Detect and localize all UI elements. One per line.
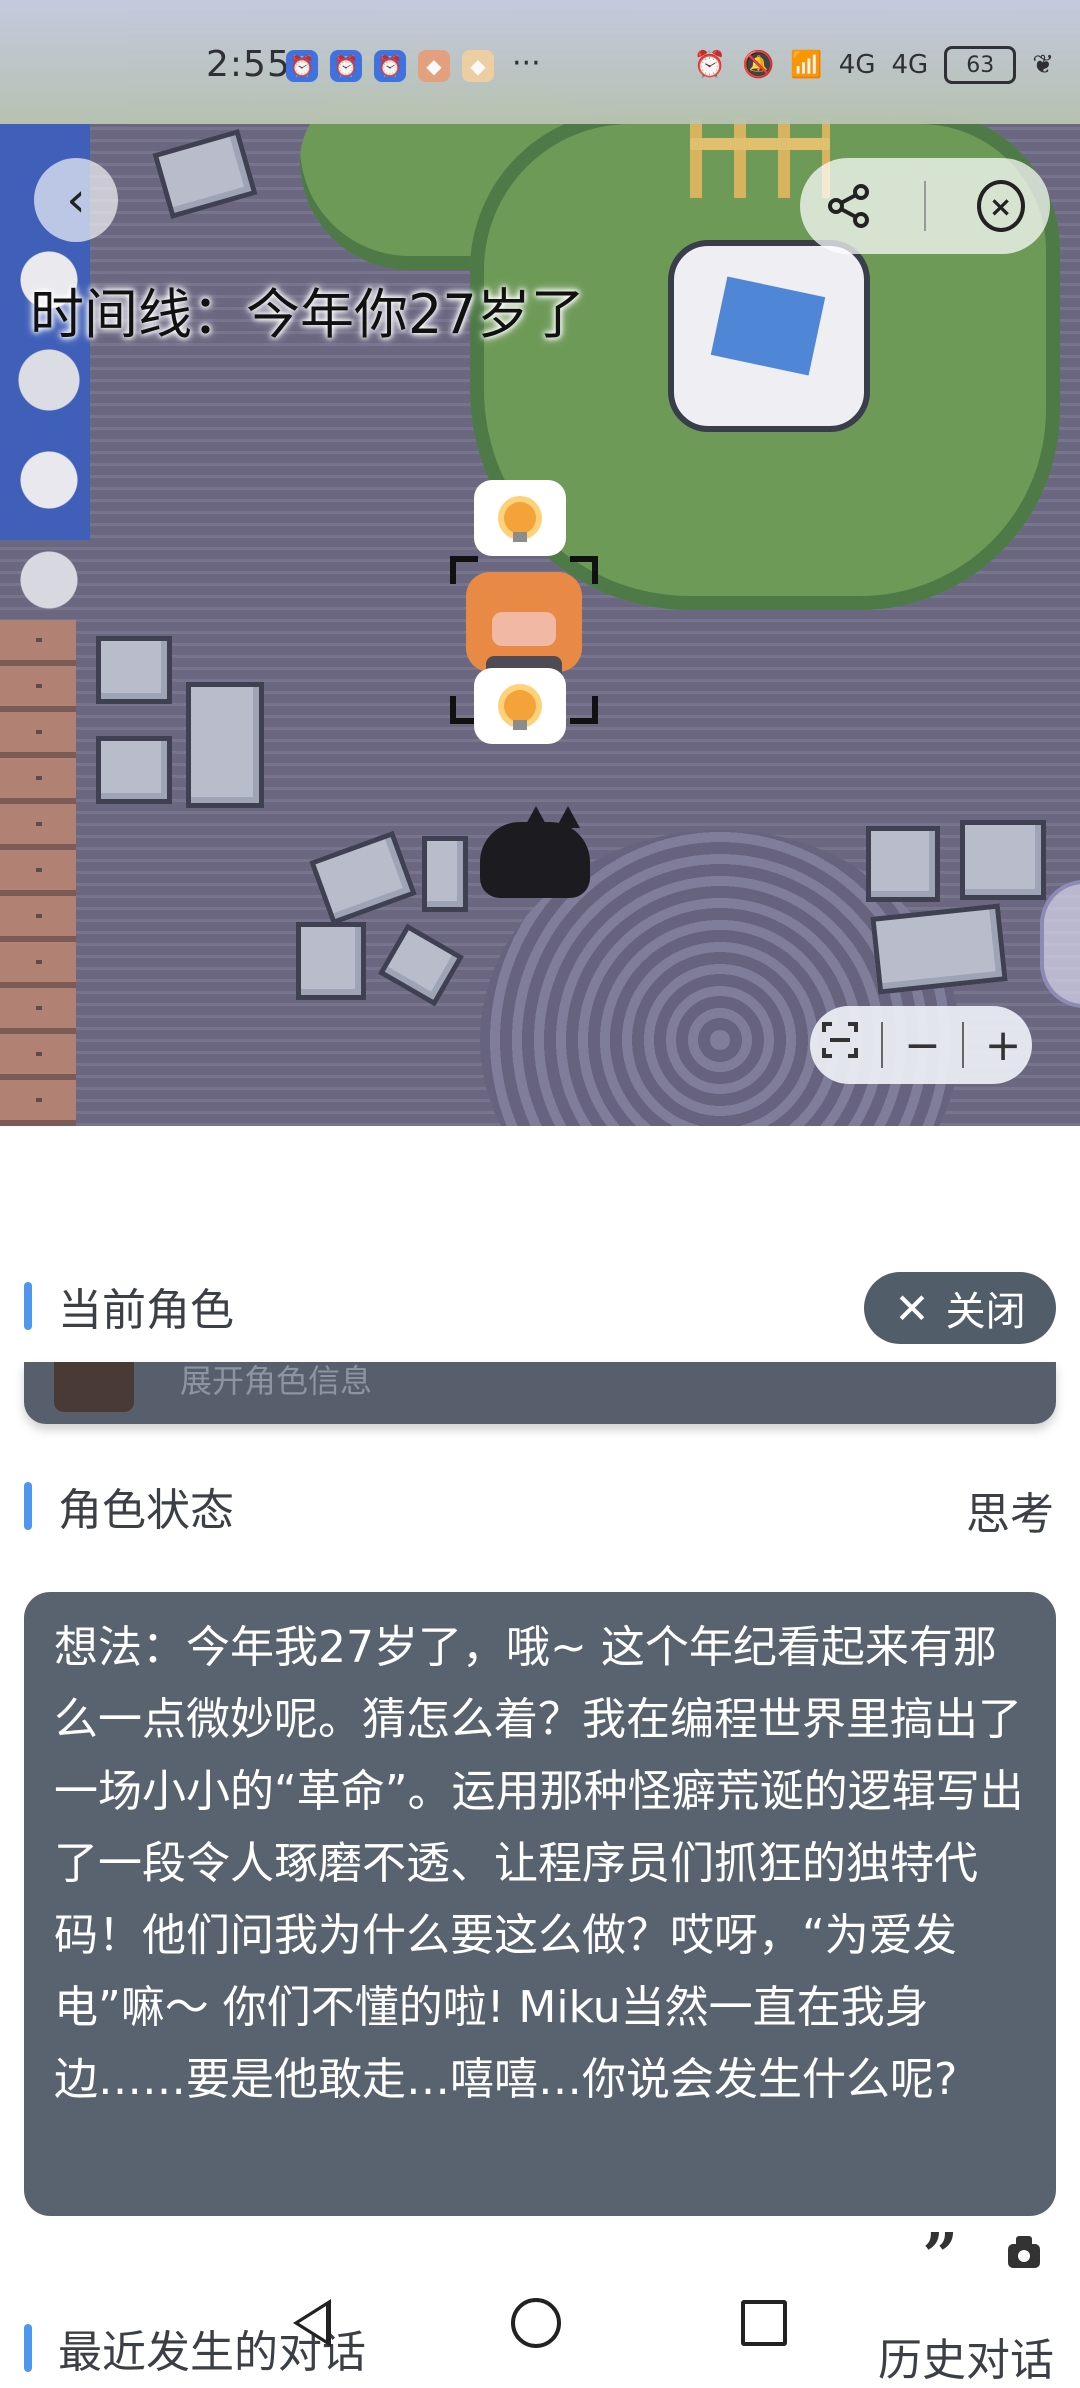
battery-icon: 63 bbox=[944, 46, 1017, 84]
lightbulb-icon bbox=[504, 502, 536, 542]
close-icon: ✕ bbox=[894, 1283, 930, 1333]
status-time: 2:55 bbox=[206, 44, 291, 85]
map-stone bbox=[152, 128, 258, 220]
nav-recents-icon[interactable] bbox=[741, 2300, 787, 2346]
alarm-app-icon: ⏰ bbox=[374, 50, 406, 82]
map-stone bbox=[186, 682, 264, 808]
role-status-title: 角色状态 bbox=[58, 1485, 234, 1536]
share-button[interactable] bbox=[825, 182, 873, 230]
map-stone bbox=[96, 636, 172, 704]
system-navigation-bar bbox=[0, 2270, 1080, 2376]
alarm-app-icon: ⏰ bbox=[330, 50, 362, 82]
share-icon bbox=[828, 184, 870, 228]
map-stone bbox=[309, 830, 417, 926]
leaf-icon: ❦ bbox=[1032, 50, 1054, 80]
close-map-button[interactable]: × bbox=[976, 180, 1025, 232]
map-action-group: × bbox=[800, 158, 1050, 254]
zoom-out-button[interactable]: − bbox=[904, 1020, 941, 1071]
thought-text: 想法：今年我27岁了，哦~ 这个年纪看起来有那么一点微妙呢。猜怎么着？我在编程世… bbox=[54, 1622, 1024, 2105]
section-accent bbox=[24, 1482, 32, 1530]
thought-card: 想法：今年我27岁了，哦~ 这个年纪看起来有那么一点微妙呢。猜怎么着？我在编程世… bbox=[24, 1592, 1056, 2216]
map-wood-walkway bbox=[0, 620, 76, 1126]
wifi-icon: 📶 bbox=[790, 50, 823, 80]
black-cat-sprite[interactable] bbox=[480, 806, 590, 898]
fit-view-icon bbox=[822, 1021, 859, 1058]
map-well bbox=[668, 240, 870, 432]
map-stone bbox=[296, 922, 366, 1000]
more-notifications: ··· bbox=[512, 46, 541, 81]
divider bbox=[923, 181, 926, 231]
camera-icon[interactable] bbox=[1008, 2236, 1040, 2268]
map-stone bbox=[377, 923, 465, 1007]
current-role-title: 当前角色 bbox=[58, 1285, 234, 1336]
back-button[interactable]: ‹ bbox=[34, 158, 118, 242]
battery-level: 63 bbox=[966, 52, 995, 78]
map-stone bbox=[96, 736, 172, 804]
role-card[interactable]: 展开角色信息 bbox=[24, 1362, 1056, 1424]
divider bbox=[881, 1022, 884, 1068]
zoom-controls: − + bbox=[810, 1006, 1032, 1084]
close-panel-label: 关闭 bbox=[945, 1289, 1026, 1335]
idea-bubble[interactable] bbox=[474, 480, 566, 556]
map-stone bbox=[870, 903, 1008, 995]
map-stone bbox=[960, 820, 1046, 900]
current-role-header: 当前角色 bbox=[24, 1276, 234, 1336]
signal-label: 4G bbox=[891, 50, 929, 80]
zoom-in-button[interactable]: + bbox=[985, 1020, 1022, 1071]
game-app-icon: ◆ bbox=[418, 50, 450, 82]
section-accent bbox=[24, 1282, 32, 1330]
fit-view-button[interactable] bbox=[820, 1020, 860, 1071]
avatar bbox=[54, 1362, 134, 1412]
role-status-header: 角色状态 bbox=[24, 1476, 234, 1536]
notification-icons: ⏰ ⏰ ⏰ ◆ ◆ ··· bbox=[286, 46, 541, 82]
nav-back-icon[interactable] bbox=[293, 2299, 331, 2347]
idea-bubble[interactable] bbox=[474, 668, 566, 744]
map-stone bbox=[422, 836, 468, 912]
alarm-app-icon: ⏰ bbox=[286, 50, 318, 82]
map-stone bbox=[866, 826, 940, 902]
side-character-peek[interactable] bbox=[1040, 880, 1080, 1008]
close-icon: × bbox=[976, 180, 1025, 232]
status-icons: ⏰ 🔕 📶 4G 4G 63 ❦ bbox=[694, 46, 1054, 84]
alarm-icon: ⏰ bbox=[693, 50, 727, 80]
thinking-tab[interactable]: 思考 bbox=[966, 1478, 1054, 1542]
expand-role-info-link[interactable]: 展开角色信息 bbox=[180, 1362, 372, 1402]
close-panel-button[interactable]: ✕ 关闭 bbox=[864, 1272, 1056, 1344]
status-bar: 2:55 ⏰ ⏰ ⏰ ◆ ◆ ··· ⏰ 🔕 📶 4G 4G 63 ❦ bbox=[0, 0, 1080, 124]
mute-icon: 🔕 bbox=[742, 50, 775, 80]
timeline-label: 时间线：今年你27岁了 bbox=[30, 283, 585, 346]
nav-home-icon[interactable] bbox=[511, 2298, 561, 2348]
divider bbox=[961, 1022, 964, 1068]
signal-label: 4G bbox=[838, 50, 876, 80]
chevron-left-icon: ‹ bbox=[66, 172, 86, 228]
lightbulb-icon bbox=[504, 690, 536, 730]
game-app-icon: ◆ bbox=[462, 50, 494, 82]
